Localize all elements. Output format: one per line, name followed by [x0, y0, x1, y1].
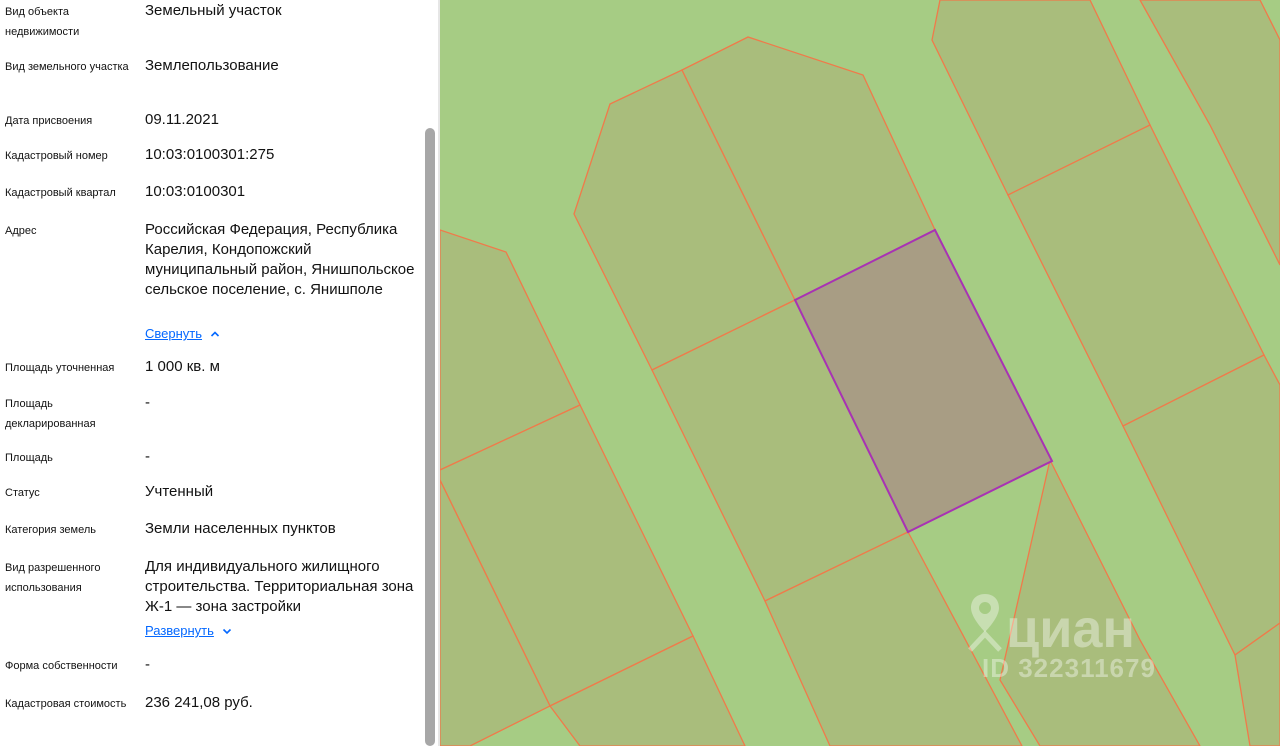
property-value: -: [145, 656, 150, 673]
property-value: 10:03:0100301:275: [145, 146, 275, 163]
property-label: Вид разрешенного использования: [5, 562, 101, 594]
property-row: Вид земельного участка Землепользование: [0, 56, 420, 98]
property-value: Земельный участок: [145, 2, 282, 19]
property-value: -: [145, 448, 150, 465]
property-row: Площадь декларированная -: [0, 393, 420, 435]
property-label: Категория земель: [5, 524, 96, 536]
property-value: Земли населенных пунктов: [145, 520, 336, 537]
property-value: Землепользование: [145, 57, 279, 74]
property-row: Вид объекта недвижимости Земельный участ…: [0, 0, 420, 42]
watermark-brand: циан: [1006, 599, 1136, 659]
property-label: Вид земельного участка: [5, 61, 129, 73]
property-row: Вид разрешенного использования Для индив…: [0, 557, 420, 645]
address-value: Российская Федерация, Республика Карелия…: [145, 221, 415, 298]
property-label: Вид объекта недвижимости: [5, 6, 80, 38]
property-row: Дата присвоения 09.11.2021: [0, 110, 420, 134]
property-row: Адрес Российская Федерация, Республика К…: [0, 220, 420, 346]
chevron-up-icon: [210, 329, 220, 339]
property-value: 236 241,08 руб.: [145, 694, 253, 711]
property-value: 10:03:0100301: [145, 183, 246, 200]
property-label: Кадастровый номер: [5, 150, 108, 162]
property-label: Адрес: [5, 225, 37, 237]
property-row: Кадастровый квартал 10:03:0100301: [0, 182, 420, 206]
property-row: Кадастровый номер 10:03:0100301:275: [0, 145, 420, 169]
scrollbar-thumb[interactable]: [425, 128, 435, 746]
property-label: Кадастровая стоимость: [5, 698, 127, 710]
property-value: -: [145, 394, 150, 411]
property-row: Площадь -: [0, 447, 420, 471]
property-label: Площадь декларированная: [5, 398, 96, 430]
property-row: Форма собственности -: [0, 655, 420, 679]
property-row: Кадастровая стоимость 236 241,08 руб.: [0, 693, 420, 737]
address-toggle-wrap: Свернуть: [145, 324, 415, 344]
property-label: Дата присвоения: [5, 115, 93, 127]
expand-permitted-use-link[interactable]: Развернуть: [145, 621, 232, 641]
property-row: Статус Учтенный: [0, 482, 420, 506]
permitted-use-value: Для индивидуального жилищного строительс…: [145, 558, 414, 615]
property-label: Статус: [5, 487, 40, 499]
collapse-address-link[interactable]: Свернуть: [145, 324, 220, 344]
property-label: Площадь уточненная: [5, 362, 115, 374]
property-row: Категория земель Земли населенных пункто…: [0, 519, 420, 543]
expand-label: Развернуть: [145, 623, 214, 638]
collapse-label: Свернуть: [145, 326, 203, 341]
chevron-down-icon: [222, 626, 232, 636]
property-value: Учтенный: [145, 483, 214, 500]
property-row: Площадь уточненная 1 000 кв. м: [0, 357, 420, 381]
property-value: 09.11.2021: [145, 111, 219, 128]
property-value: 1 000 кв. м: [145, 358, 220, 375]
watermark-id: ID 322311679: [982, 653, 1156, 683]
property-label: Форма собственности: [5, 660, 118, 672]
location-pin-icon: [968, 592, 1002, 657]
permitted-use-toggle-wrap: Развернуть: [145, 621, 415, 641]
property-details-panel: Вид объекта недвижимости Земельный участ…: [0, 0, 440, 746]
property-label: Площадь: [5, 452, 53, 464]
property-label: Кадастровый квартал: [5, 187, 116, 199]
cian-watermark: циан ID 322311679: [946, 592, 1186, 692]
